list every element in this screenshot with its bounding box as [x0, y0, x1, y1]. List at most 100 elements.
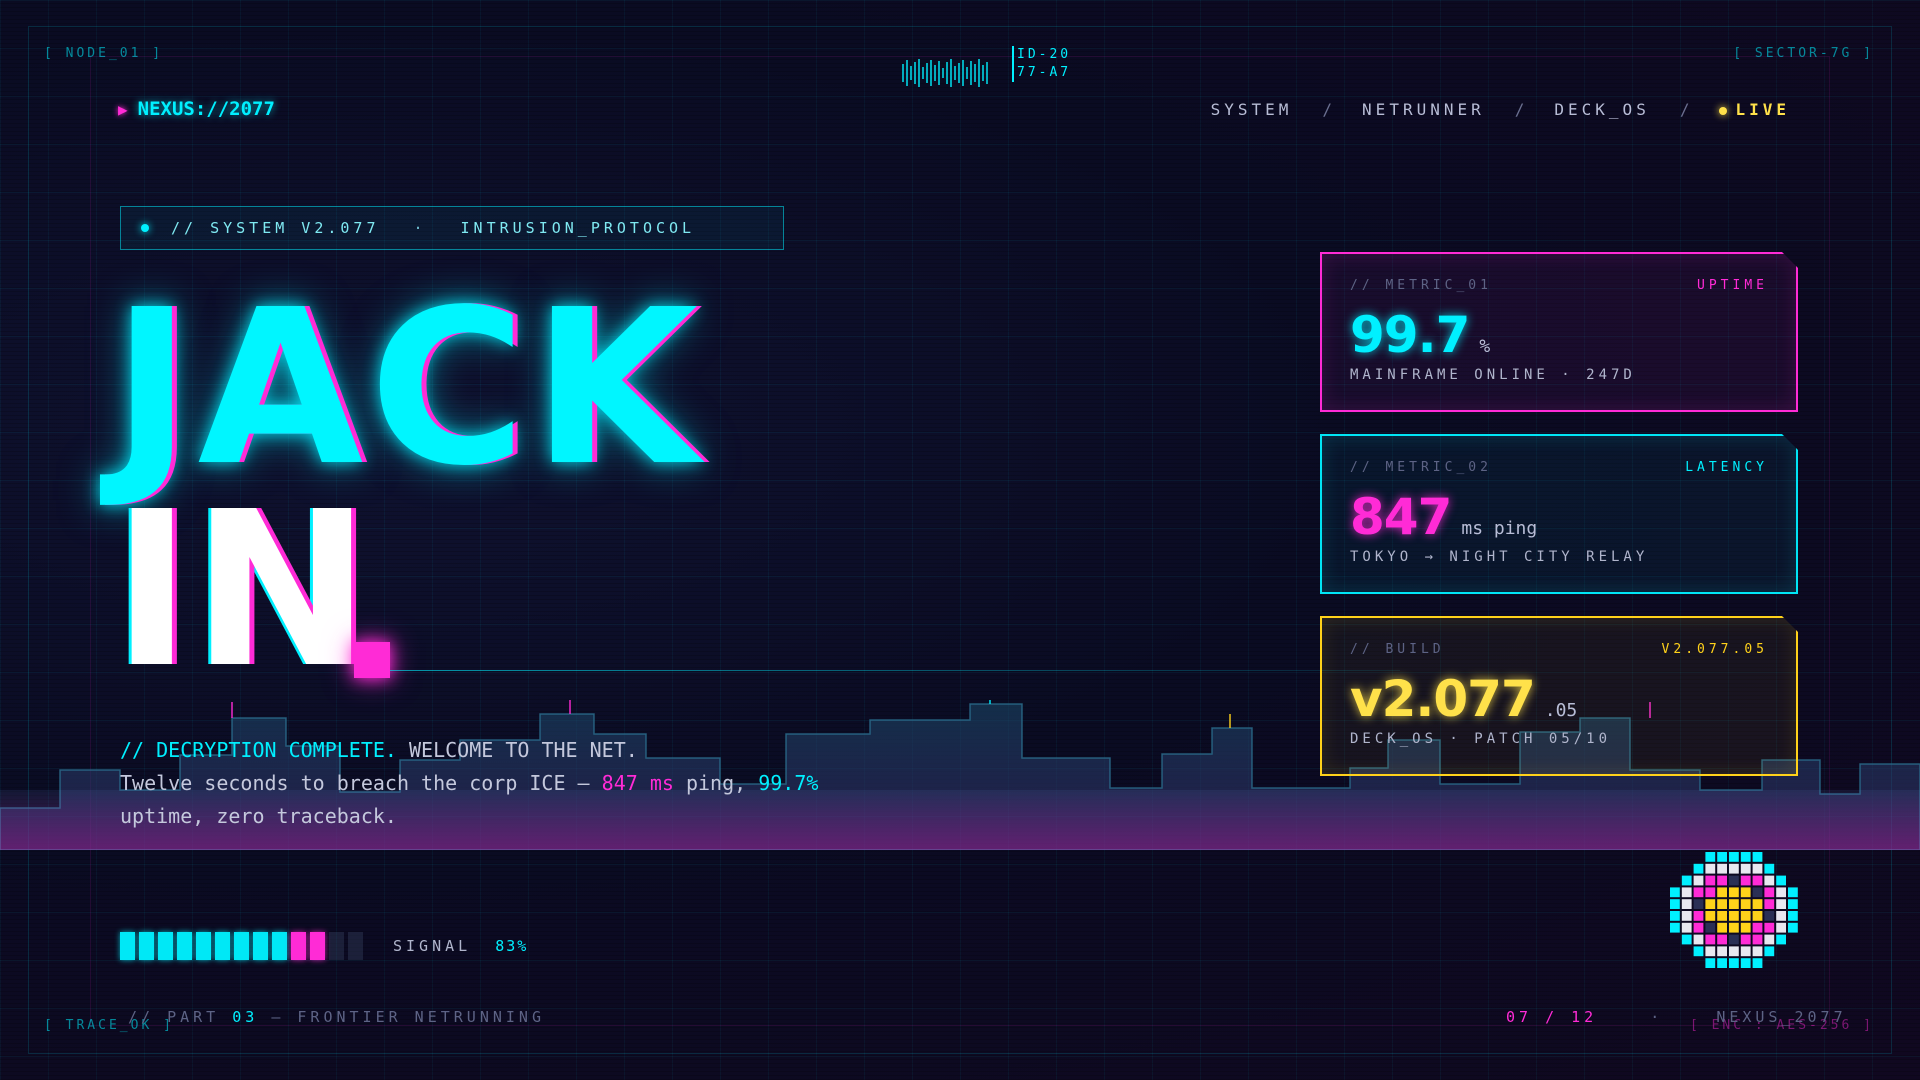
pixel	[1729, 922, 1739, 933]
pixel	[1740, 899, 1751, 909]
pixel	[1752, 946, 1763, 957]
metric-value: 847	[1350, 488, 1452, 546]
signal-segment	[139, 932, 154, 960]
metric-tag: UPTIME	[1697, 278, 1768, 293]
pixel	[1729, 958, 1739, 968]
pixel	[1729, 852, 1739, 862]
pixel	[1729, 911, 1739, 921]
pixel	[1740, 852, 1751, 862]
pixel	[1705, 946, 1716, 957]
barcode-id: ID-2077-A7	[1012, 46, 1074, 82]
hero-title-line1: JACK	[112, 264, 705, 513]
pixel	[1717, 863, 1727, 874]
nav-item-system[interactable]: SYSTEM	[1211, 100, 1293, 119]
pixel	[1693, 911, 1704, 921]
metric-unit: .05	[1544, 700, 1578, 721]
live-dot-icon	[1719, 107, 1728, 115]
signal-segments	[120, 932, 367, 960]
pixel	[1717, 922, 1727, 933]
description-body-pre: Twelve seconds to breach the corp ICE —	[120, 771, 590, 795]
footer-separator: ·	[1650, 1008, 1664, 1026]
pixel	[1776, 899, 1786, 909]
pixel	[1693, 863, 1704, 874]
hero-period-block	[354, 642, 390, 678]
hero-divider-line	[390, 670, 1400, 671]
pixel	[1717, 911, 1727, 921]
pixel	[1752, 958, 1763, 968]
live-indicator[interactable]: LIVE	[1719, 100, 1790, 119]
metric-unit: ms ping	[1461, 518, 1538, 539]
pixel	[1705, 875, 1716, 886]
footer-part-number: 03	[232, 1008, 259, 1026]
pixel	[1729, 875, 1739, 886]
metric-key: // METRIC_01	[1350, 278, 1492, 293]
pixel	[1705, 958, 1716, 968]
pixel	[1681, 911, 1692, 921]
pixel	[1752, 899, 1763, 909]
tagline-bar: // SYSTEM V2.077 · INTRUSION_PROTOCOL	[120, 206, 784, 250]
pixel	[1752, 863, 1763, 874]
corner-label-top-right: [ SECTOR-7G ]	[1733, 46, 1874, 61]
footer-part: // PART 03 — FRONTIER NETRUNNING	[128, 1008, 545, 1026]
signal-segment	[291, 932, 306, 960]
nav-item-deck-os[interactable]: DECK_OS	[1554, 100, 1649, 119]
footer-brand: NEXUS_2077	[1716, 1008, 1847, 1026]
pixel	[1752, 887, 1763, 898]
pixel	[1740, 863, 1751, 874]
pixel	[1776, 934, 1786, 945]
pixel	[1764, 946, 1775, 957]
pixel	[1764, 911, 1775, 921]
metric-subtext: MAINFRAME ONLINE · 247D	[1350, 367, 1636, 383]
pixel	[1764, 899, 1775, 909]
pixel	[1693, 922, 1704, 933]
pixel	[1717, 887, 1727, 898]
metric-card-uptime: // METRIC_01 UPTIME 99.7 % MAINFRAME ONL…	[1320, 252, 1798, 412]
metric-subtext: DECK_OS · PATCH 05/10	[1350, 731, 1612, 747]
metric-card-build: // BUILD V2.077.05 v2.077 .05 DECK_OS · …	[1320, 616, 1798, 776]
signal-segment	[215, 932, 230, 960]
pixel	[1670, 887, 1680, 898]
brand-logo[interactable]: ▶ NEXUS://2077	[118, 98, 275, 120]
pixel	[1776, 875, 1786, 886]
signal-segment	[272, 932, 287, 960]
play-arrow-icon: ▶	[118, 100, 128, 119]
pixel	[1740, 875, 1751, 886]
pixel	[1729, 899, 1739, 909]
pixel	[1705, 852, 1716, 862]
pixel	[1717, 946, 1727, 957]
metric-key: // METRIC_02	[1350, 460, 1492, 475]
pixel	[1788, 887, 1798, 898]
pixel	[1788, 922, 1798, 933]
metric-key: // BUILD	[1350, 642, 1445, 657]
signal-segment	[120, 932, 135, 960]
pixel	[1740, 911, 1751, 921]
metric-subtext: TOKYO → NIGHT CITY RELAY	[1350, 549, 1649, 565]
pixel	[1740, 958, 1751, 968]
description-lead: // DECRYPTION COMPLETE.	[120, 738, 397, 762]
metric-value: v2.077	[1350, 670, 1535, 728]
pixel	[1705, 934, 1716, 945]
pixel	[1705, 911, 1716, 921]
pixel	[1681, 934, 1692, 945]
status-dot-icon	[141, 224, 149, 232]
description-body-post: uptime, zero traceback.	[120, 804, 397, 828]
barcode-icon	[902, 58, 988, 88]
footer-part-title: — FRONTIER NETRUNNING	[271, 1008, 545, 1026]
signal-segment	[329, 932, 344, 960]
pixel	[1693, 934, 1704, 945]
signal-segment	[177, 932, 192, 960]
pixel	[1752, 934, 1763, 945]
page-counter: 07 / 12	[1506, 1008, 1598, 1026]
pixel	[1705, 922, 1716, 933]
description-body-mid: ping,	[685, 771, 747, 795]
signal-label: SIGNAL	[393, 937, 472, 955]
metric-value: 99.7	[1350, 306, 1470, 364]
nav-separator: /	[1322, 100, 1333, 119]
pixel	[1752, 911, 1763, 921]
pixel	[1740, 934, 1751, 945]
pixel	[1693, 899, 1704, 909]
signal-percent: 83%	[495, 937, 529, 955]
tagline-system: // SYSTEM V2.077	[171, 219, 380, 237]
pixel	[1705, 887, 1716, 898]
nav-item-netrunner[interactable]: NETRUNNER	[1362, 100, 1485, 119]
